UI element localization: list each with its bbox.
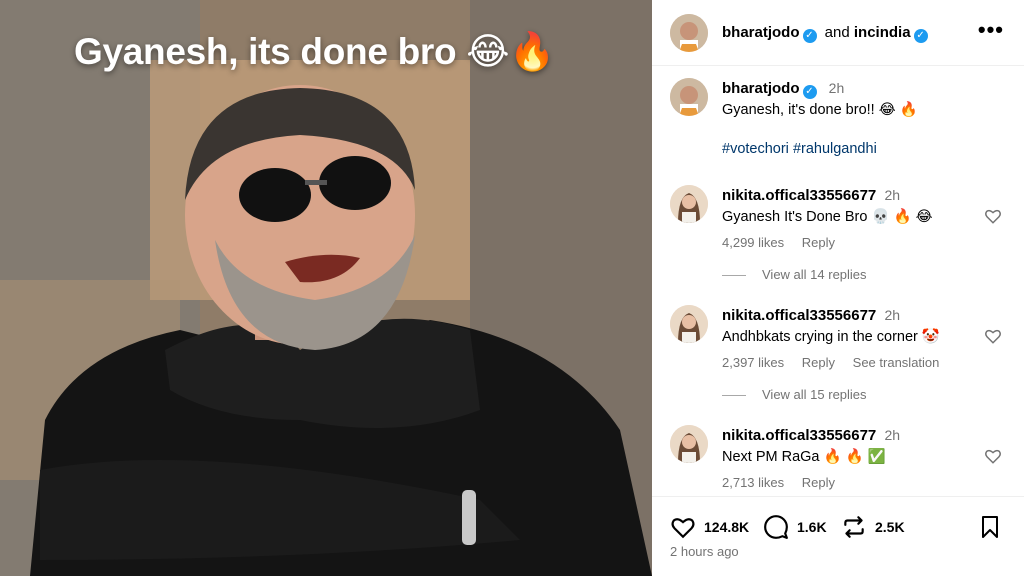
view-replies-label: View all 15 replies — [762, 387, 867, 402]
view-replies-link[interactable]: View all 15 replies — [722, 387, 867, 402]
comment-meta: 2,397 likes Reply See translation — [722, 355, 953, 370]
post-sidebar: bharatjodo ✓ and incindia ✓ ••• bharatjodo… — [652, 0, 1024, 576]
repost-icon — [844, 516, 864, 538]
like-button[interactable]: 124.8K — [670, 514, 749, 540]
reply-button[interactable]: Reply — [802, 235, 835, 250]
comment-time: 2h — [884, 187, 901, 203]
commenter-username[interactable]: nikita.offical33556677 — [722, 187, 876, 204]
post-actions: 124.8K 1.6K 2.5K 2 hours ago — [652, 496, 1024, 576]
commenter-avatar[interactable] — [670, 185, 708, 223]
post-photo — [0, 0, 652, 576]
caption-text: Gyanesh, it's done bro!! 😂 🔥 — [722, 102, 918, 118]
caption-hashtags: #votechori #rahulgandhi — [722, 141, 877, 157]
reply-button[interactable]: Reply — [802, 355, 835, 370]
post-header: bharatjodo ✓ and incindia ✓ ••• — [652, 0, 1024, 66]
comment-count: 1.6K — [797, 519, 827, 535]
commenter-username[interactable]: nikita.offical33556677 — [722, 307, 876, 324]
replies-divider — [722, 275, 746, 277]
reply-button[interactable]: Reply — [802, 475, 835, 490]
hashtag-link[interactable]: #votechori — [722, 141, 789, 157]
heart-icon[interactable] — [984, 207, 1002, 225]
collaborator-username[interactable]: incindia — [854, 24, 911, 41]
see-translation-button[interactable]: See translation — [853, 355, 940, 370]
comment-likes[interactable]: 2,713 likes — [722, 475, 784, 490]
repost-count: 2.5K — [875, 519, 905, 535]
comment-text: Next PM RaGa 🔥 🔥 ✅ — [722, 449, 886, 465]
author-username[interactable]: bharatjodo — [722, 24, 800, 41]
comment-time: 2h — [884, 307, 901, 323]
commenter-avatar[interactable] — [670, 425, 708, 463]
more-options-icon[interactable]: ••• — [978, 19, 1004, 41]
replies-divider — [722, 395, 746, 397]
heart-icon[interactable] — [984, 327, 1002, 345]
comment-header: nikita.offical33556677 2h — [722, 187, 900, 204]
like-count: 124.8K — [704, 519, 750, 535]
comment-time: 2h — [884, 427, 901, 443]
verified-badge-icon: ✓ — [802, 29, 817, 43]
heart-icon — [671, 518, 695, 539]
comment-meta: 2,713 likes Reply — [722, 475, 849, 490]
comment-likes[interactable]: 2,397 likes — [722, 355, 784, 370]
author-avatar[interactable] — [670, 14, 708, 52]
view-replies-link[interactable]: View all 14 replies — [722, 267, 867, 282]
comment-header: nikita.offical33556677 2h — [722, 307, 900, 324]
caption-username[interactable]: bharatjodo — [722, 80, 800, 97]
verified-badge-icon: ✓ — [802, 85, 817, 99]
comment-button[interactable]: 1.6K — [763, 514, 827, 540]
commenter-username[interactable]: nikita.offical33556677 — [722, 427, 876, 444]
caption-time: 2h — [828, 80, 845, 96]
verified-badge-icon: ✓ — [913, 29, 928, 43]
bookmark-icon[interactable] — [978, 514, 1002, 540]
media-caption: Gyanesh, its done bro 😂🔥 — [74, 31, 555, 72]
comment-likes[interactable]: 4,299 likes — [722, 235, 784, 250]
comment-header: nikita.offical33556677 2h — [722, 427, 900, 444]
caption-title: bharatjodo ✓ 2h — [722, 80, 844, 99]
author-avatar[interactable] — [670, 78, 708, 116]
comment-text: Andhbkats crying in the corner 🤡 — [722, 329, 940, 345]
post-timestamp: 2 hours ago — [670, 544, 739, 559]
commenter-avatar[interactable] — [670, 305, 708, 343]
collab-joiner: and — [824, 24, 850, 41]
comment-meta: 4,299 likes Reply — [722, 235, 849, 250]
heart-icon[interactable] — [984, 447, 1002, 465]
author-names: bharatjodo ✓ and incindia ✓ — [722, 24, 932, 43]
view-replies-label: View all 14 replies — [762, 267, 867, 282]
hashtag-link[interactable]: #rahulgandhi — [793, 141, 877, 157]
comment-bubble-icon — [764, 515, 788, 539]
repost-button[interactable]: 2.5K — [841, 514, 905, 540]
comment-text: Gyanesh It's Done Bro 💀 🔥 😂 — [722, 209, 933, 225]
post-media[interactable]: Gyanesh, its done bro 😂🔥 — [0, 0, 652, 576]
